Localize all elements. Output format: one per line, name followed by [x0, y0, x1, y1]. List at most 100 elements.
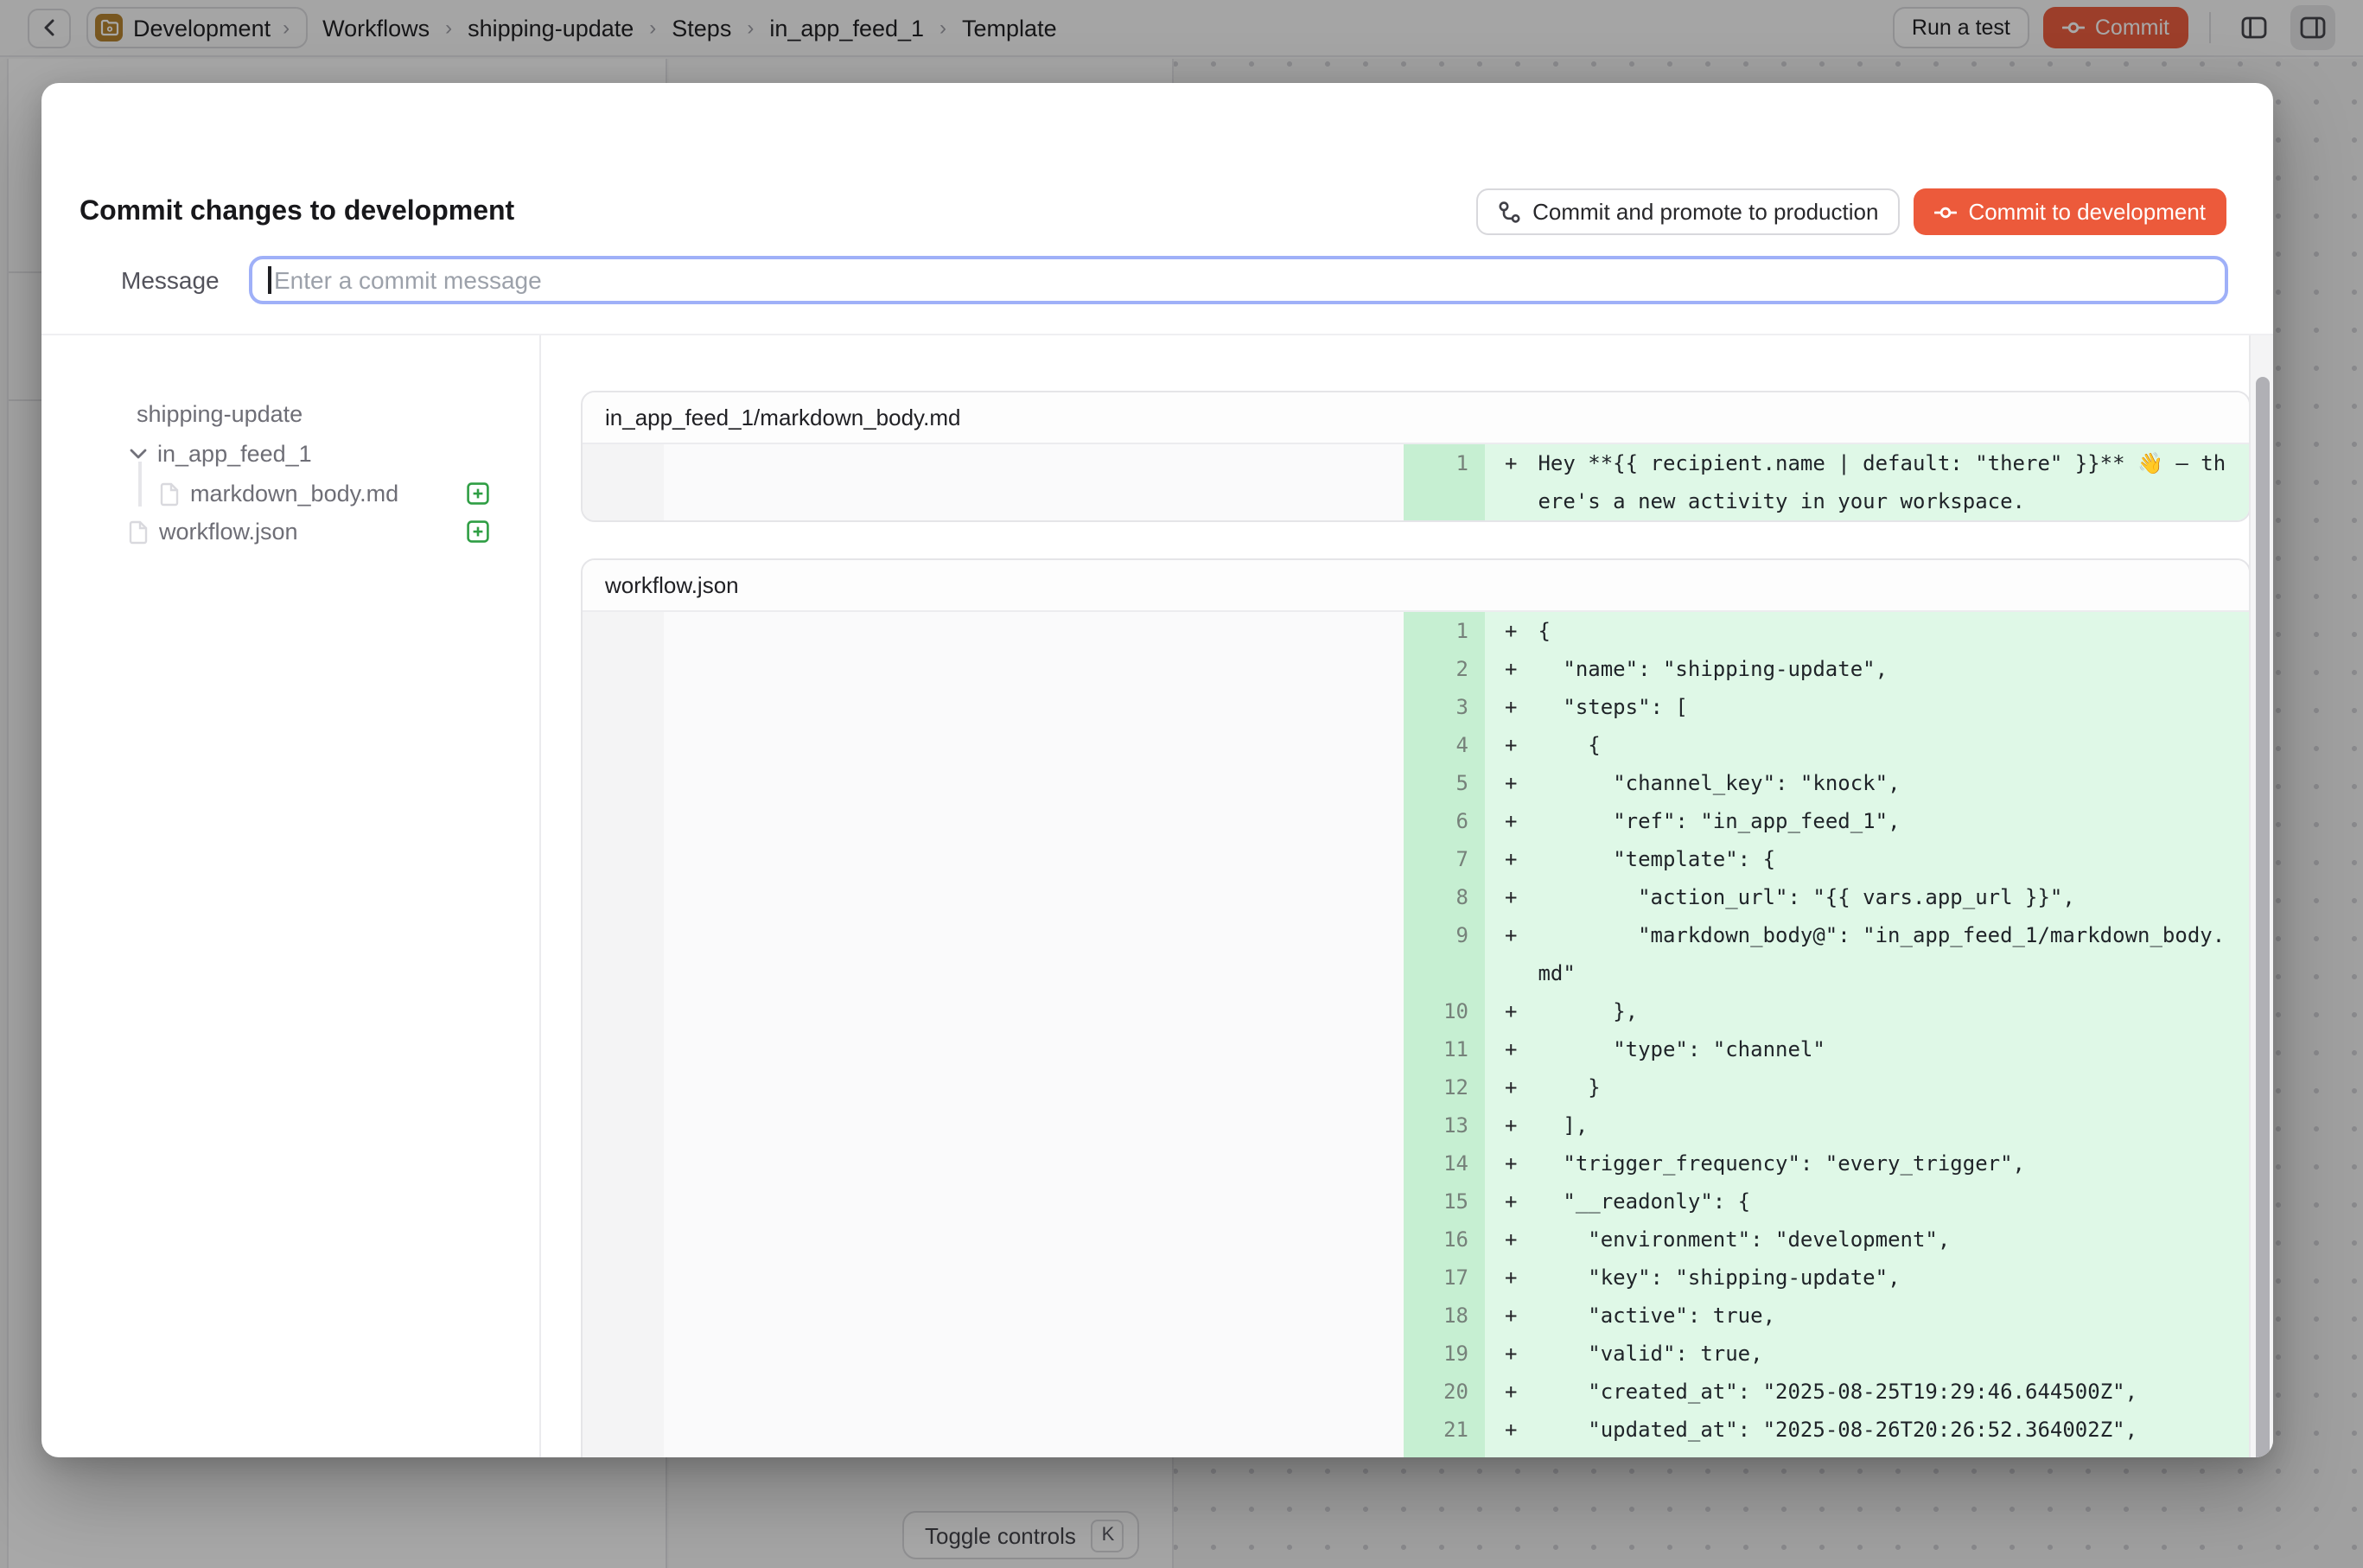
diff-code-text: "updated_at": "2025-08-26T20:26:52.36400… — [1538, 1411, 2231, 1449]
diff-added-cell: + "type": "channel" — [1484, 1030, 2248, 1068]
diff-code-text: { — [1538, 726, 2231, 764]
diff-code-text: "ref": "in_app_feed_1", — [1538, 802, 2231, 840]
diff-line: 17+ "key": "shipping-update", — [1403, 1259, 2248, 1297]
diff-line: 1+{ — [1403, 612, 2248, 650]
diff-plus-sign: + — [1505, 688, 1517, 726]
diff-code-text: "sha": "pJeLVir6xIlUCMGqs9qroZoUAVDSwA0y… — [1538, 1449, 2231, 1457]
commit-development-button[interactable]: Commit to development — [1913, 188, 2226, 235]
diff-added-cell: + "sha": "pJeLVir6xIlUCMGqs9qroZoUAVDSwA… — [1484, 1449, 2248, 1457]
commit-development-label: Commit to development — [1968, 199, 2206, 225]
diff-code-text: "__readonly": { — [1538, 1182, 2231, 1221]
diff-line-number: 19 — [1403, 1335, 1484, 1373]
diff-added-cell: + "valid": true, — [1484, 1335, 2248, 1373]
diff-plus-sign: + — [1505, 1106, 1517, 1144]
diff-old-gutter — [583, 444, 664, 520]
diff-line-number: 5 — [1403, 764, 1484, 802]
diff-line: 15+ "__readonly": { — [1403, 1182, 2248, 1221]
diff-added-cell: + "ref": "in_app_feed_1", — [1484, 802, 2248, 840]
diff-plus-sign: + — [1505, 878, 1517, 916]
diff-added-cell: + "markdown_body@": "in_app_feed_1/markd… — [1484, 916, 2248, 992]
plus-square-icon — [467, 482, 489, 505]
added-file-badge — [467, 520, 489, 543]
diff-line-number: 21 — [1403, 1411, 1484, 1449]
diff-plus-sign: + — [1505, 1068, 1517, 1106]
diff-code-text: "environment": "development", — [1538, 1221, 2231, 1259]
diff-line-number: 15 — [1403, 1182, 1484, 1221]
diff-added-cell: + "created_at": "2025-08-25T19:29:46.644… — [1484, 1373, 2248, 1411]
diff-line: 8+ "action_url": "{{ vars.app_url }}", — [1403, 878, 2248, 916]
diff-added-cell: + "steps": [ — [1484, 688, 2248, 726]
diff-line-number: 6 — [1403, 802, 1484, 840]
diff-old-side — [664, 444, 1403, 520]
diff-plus-sign: + — [1505, 1221, 1517, 1259]
diff-line-number: 10 — [1403, 992, 1484, 1030]
plus-square-icon — [467, 520, 489, 543]
message-label: Message — [121, 266, 221, 294]
diff-plus-sign: + — [1505, 1144, 1517, 1182]
diff-line-number: 11 — [1403, 1030, 1484, 1068]
commit-promote-label: Commit and promote to production — [1532, 199, 1878, 225]
diff-line-number: 1 — [1403, 444, 1484, 520]
diff-code-text: "active": true, — [1538, 1297, 2231, 1335]
diff-added-cell: + "__readonly": { — [1484, 1182, 2248, 1221]
commit-message-input[interactable]: Enter a commit message — [249, 255, 2227, 304]
dialog-body: shipping-update in_app_feed_1 markdown_b… — [41, 335, 2273, 1457]
diff-line: 5 + "channel_key": "knock", — [1403, 764, 2248, 802]
diff-line: 11+ "type": "channel" — [1403, 1030, 2248, 1068]
diff-added-cell: +Hey **{{ recipient.name | default: "the… — [1484, 444, 2248, 520]
diff-added-cell: + "name": "shipping-update", — [1484, 650, 2248, 688]
diff-code-text: "channel_key": "knock", — [1538, 764, 2231, 802]
tree-file-workflow[interactable]: workflow.json — [41, 513, 539, 551]
diff-plus-sign: + — [1505, 764, 1517, 802]
diff-plus-sign: + — [1505, 1182, 1517, 1221]
diff-added-cell: + "trigger_frequency": "every_trigger", — [1484, 1144, 2248, 1182]
tree-file-label: workflow.json — [159, 519, 298, 545]
diff-code-text: "key": "shipping-update", — [1538, 1259, 2231, 1297]
file-icon — [159, 481, 180, 506]
diff-line-number: 14 — [1403, 1144, 1484, 1182]
diff-line-number: 7 — [1403, 840, 1484, 878]
diff-line: 9+ "markdown_body@": "in_app_feed_1/mark… — [1403, 916, 2248, 992]
diff-line-number: 18 — [1403, 1297, 1484, 1335]
diff-plus-sign: + — [1505, 840, 1517, 878]
diff-line-number: 2 — [1403, 650, 1484, 688]
diff-added-cell: +{ — [1484, 612, 2248, 650]
diff-added-cell: + "updated_at": "2025-08-26T20:26:52.364… — [1484, 1411, 2248, 1449]
promote-icon — [1496, 200, 1520, 224]
tree-file-markdown[interactable]: markdown_body.md — [41, 475, 539, 513]
diff-added-cell: + ], — [1484, 1106, 2248, 1144]
diff-added-lines: 1+Hey **{{ recipient.name | default: "th… — [1403, 444, 2248, 520]
diff-body: 1+{2+ "name": "shipping-update",3+ "step… — [583, 612, 2248, 1457]
diff-line: 6+ "ref": "in_app_feed_1", — [1403, 802, 2248, 840]
tree-root: shipping-update — [41, 394, 539, 432]
tree-root-label: shipping-update — [137, 400, 303, 426]
diff-plus-sign: + — [1505, 1297, 1517, 1335]
diff-line: 7+ "template": { — [1403, 840, 2248, 878]
diff-line: 2+ "name": "shipping-update", — [1403, 650, 2248, 688]
diff-added-cell: + } — [1484, 1068, 2248, 1106]
diff-added-cell: + "template": { — [1484, 840, 2248, 878]
scrollbar-thumb[interactable] — [2255, 377, 2269, 1457]
diff-code-text: "valid": true, — [1538, 1335, 2231, 1373]
diff-plus-sign: + — [1505, 1335, 1517, 1373]
diff-filename: in_app_feed_1/markdown_body.md — [583, 392, 2248, 444]
diff-line: 21+ "updated_at": "2025-08-26T20:26:52.3… — [1403, 1411, 2248, 1449]
diff-plus-sign: + — [1505, 726, 1517, 764]
diff-plus-sign: + — [1505, 992, 1517, 1030]
tree-folder[interactable]: in_app_feed_1 — [41, 435, 539, 473]
tree-file-label: markdown_body.md — [190, 481, 398, 507]
diff-line-number: 12 — [1403, 1068, 1484, 1106]
diff-code-text: "markdown_body@": "in_app_feed_1/markdow… — [1538, 916, 2231, 992]
diff-line: 12+ } — [1403, 1068, 2248, 1106]
diff-line-number: 4 — [1403, 726, 1484, 764]
diff-code-text: ], — [1538, 1106, 2231, 1144]
diff-plus-sign: + — [1505, 1373, 1517, 1411]
diff-plus-sign: + — [1505, 444, 1517, 482]
diff-line-number: 13 — [1403, 1106, 1484, 1144]
diff-plus-sign: + — [1505, 1259, 1517, 1297]
message-placeholder: Enter a commit message — [274, 266, 542, 294]
diff-panel: in_app_feed_1/markdown_body.md1+Hey **{{… — [581, 391, 2250, 522]
dialog-header: Commit changes to development Commit and… — [80, 188, 2226, 235]
commit-promote-button[interactable]: Commit and promote to production — [1475, 188, 1899, 235]
app-root: Development › Workflows›shipping-update›… — [0, 0, 2363, 1568]
